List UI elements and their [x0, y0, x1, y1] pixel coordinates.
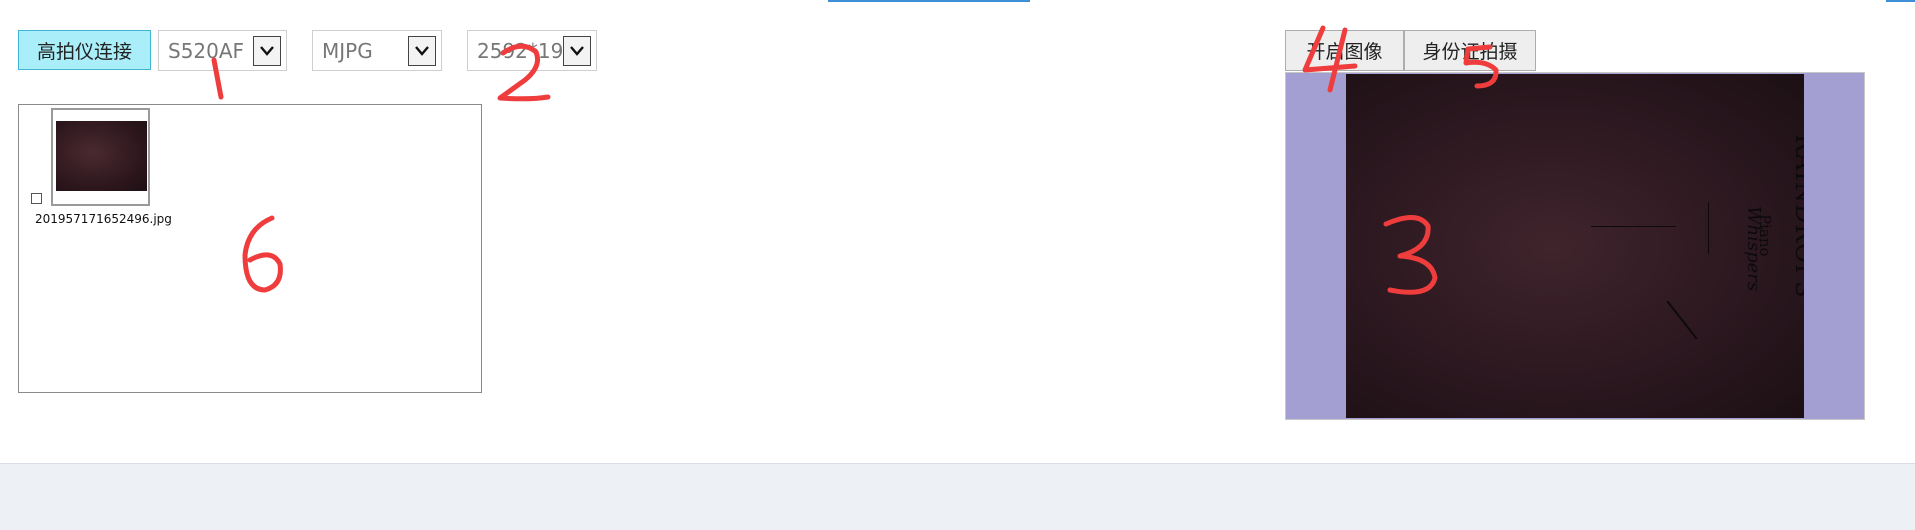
annotation-mark-6: [242, 215, 283, 293]
annotation-mark-1: [211, 57, 224, 100]
annotation-mark-4: [1302, 25, 1358, 93]
footer-bar: [0, 463, 1915, 530]
annotation-mark-5: [1463, 44, 1499, 89]
annotation-mark-2: [497, 43, 551, 102]
annotation-strokes: [211, 25, 1499, 295]
annotation-overlay: [211, 25, 1499, 295]
annotation-mark-3: [1383, 215, 1438, 295]
